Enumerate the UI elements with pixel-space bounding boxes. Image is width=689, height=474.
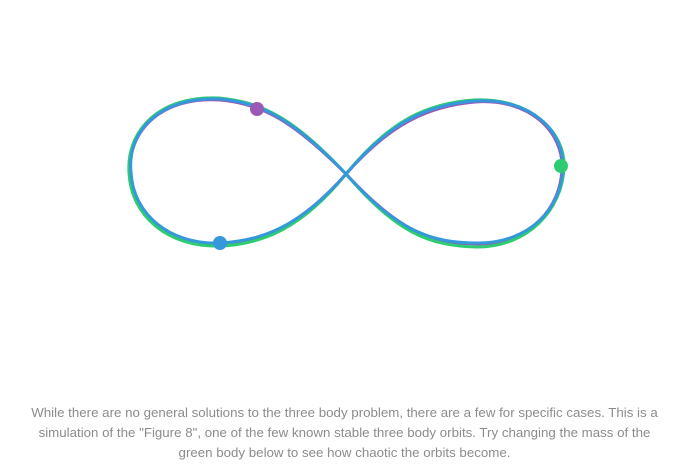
blue-body-trail	[129, 97, 565, 245]
bodies	[213, 102, 568, 250]
description-text: While there are no general solutions to …	[31, 405, 658, 460]
three-body-simulation: While there are no general solutions to …	[0, 0, 689, 474]
orbit-trails	[127, 96, 566, 249]
blue-body	[213, 236, 227, 250]
orbit-canvas	[127, 96, 568, 250]
purple-body	[250, 102, 264, 116]
green-body	[554, 159, 568, 173]
